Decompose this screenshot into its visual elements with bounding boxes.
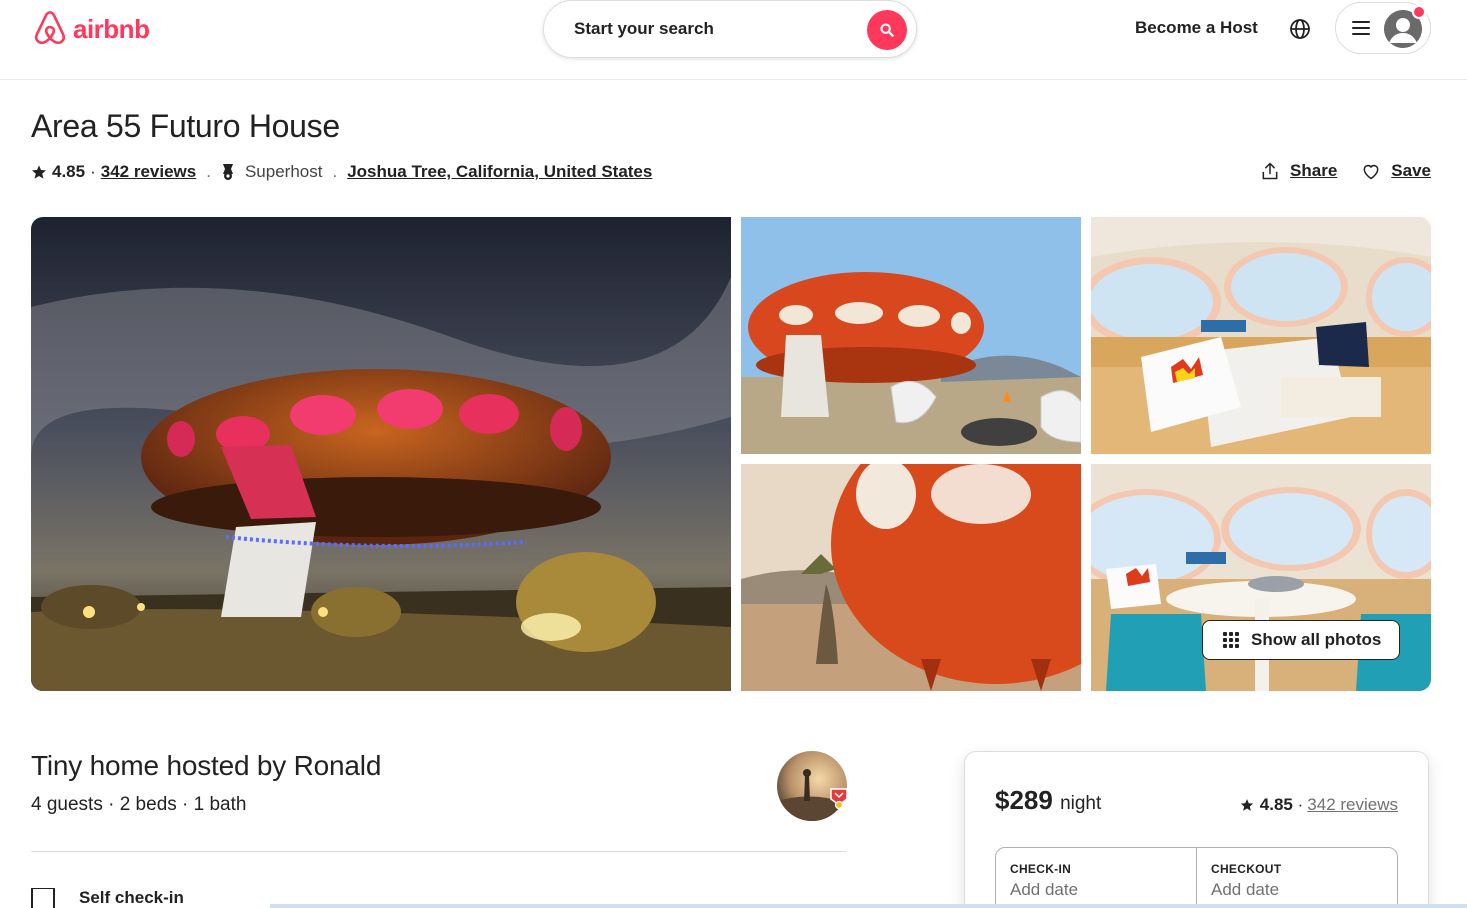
superhost-badge-icon — [830, 788, 848, 809]
checkin-value: Add date — [1010, 880, 1079, 899]
save-label: Save — [1391, 161, 1431, 180]
show-all-label: Show all photos — [1251, 630, 1382, 649]
checkout-value: Add date — [1211, 880, 1280, 899]
search-button[interactable] — [867, 10, 907, 50]
gallery-photo-4[interactable] — [741, 464, 1081, 691]
location-link[interactable]: Joshua Tree, California, United States — [347, 162, 652, 182]
notification-dot — [1412, 5, 1426, 19]
checkin-label: CHECK-IN — [1010, 862, 1072, 876]
listing-meta: 4.85 · 342 reviews . Superhost . Joshua … — [31, 161, 652, 183]
share-button[interactable]: Share — [1260, 161, 1337, 181]
horizontal-scrollbar[interactable] — [270, 904, 1467, 908]
checkout-field[interactable]: CHECKOUT Add date — [1196, 848, 1397, 908]
separator: . — [332, 162, 338, 181]
rating-value: 4.85 — [52, 162, 86, 181]
gallery-photo-3[interactable] — [1091, 217, 1431, 454]
logo-text: airbnb — [73, 13, 150, 44]
airbnb-logo-icon — [34, 11, 66, 45]
price: $289 night — [995, 785, 1101, 816]
section-divider — [31, 851, 847, 852]
booking-rating-value: 4.85 — [1259, 795, 1293, 814]
date-picker[interactable]: CHECK-IN Add date CHECKOUT Add date — [995, 847, 1398, 908]
airbnb-logo[interactable]: airbnb — [31, 8, 150, 50]
listing-actions: Share Save — [1260, 161, 1431, 181]
top-nav: airbnb Start your search Become a Host — [0, 0, 1467, 80]
checkout-label: CHECKOUT — [1211, 862, 1282, 876]
user-menu-button[interactable] — [1335, 2, 1431, 54]
price-unit: night — [1060, 793, 1102, 814]
star-icon — [1240, 799, 1253, 811]
booking-rating: 4.85 · 342 reviews — [1240, 795, 1398, 815]
save-button[interactable]: Save — [1361, 161, 1431, 181]
search-icon — [880, 23, 894, 37]
host-title: Tiny home hosted by Ronald — [31, 750, 382, 781]
separator-dot: · — [90, 162, 96, 181]
superhost-label: Superhost — [244, 162, 323, 181]
share-label: Share — [1290, 161, 1338, 180]
separator: . — [206, 162, 211, 181]
checkin-field[interactable]: CHECK-IN Add date — [996, 848, 1196, 908]
grid-icon — [1223, 632, 1239, 648]
listing-title: Area 55 Futuro House — [31, 108, 340, 144]
self-checkin-label: Self check-in — [79, 888, 184, 907]
become-host-link[interactable]: Become a Host — [1135, 18, 1258, 38]
menu-icon — [1352, 21, 1370, 35]
booking-card: $289 night 4.85 · 342 reviews CHECK-IN A… — [964, 751, 1429, 908]
search-bar[interactable]: Start your search — [543, 0, 917, 58]
separator-dot: · — [1292, 795, 1304, 814]
main-photo[interactable] — [31, 217, 731, 691]
reviews-link[interactable]: 342 reviews — [101, 162, 196, 182]
listing-specs: 4 guests · 2 beds · 1 bath — [31, 794, 247, 815]
booking-reviews-link[interactable]: 342 reviews — [1307, 795, 1398, 815]
show-all-photos-button[interactable]: Show all photos — [1202, 620, 1400, 660]
heart-icon — [1363, 164, 1379, 180]
globe-icon[interactable] — [1288, 17, 1312, 41]
share-icon — [1262, 162, 1278, 180]
search-label: Start your search — [574, 19, 714, 38]
host-avatar[interactable] — [777, 751, 847, 821]
self-checkin-row: Self check-in — [31, 888, 184, 908]
superhost-badge-icon — [222, 164, 233, 180]
gallery-photo-2[interactable] — [741, 217, 1081, 454]
door-icon — [31, 888, 55, 908]
price-value: $289 — [995, 785, 1053, 815]
star-icon — [32, 165, 46, 179]
